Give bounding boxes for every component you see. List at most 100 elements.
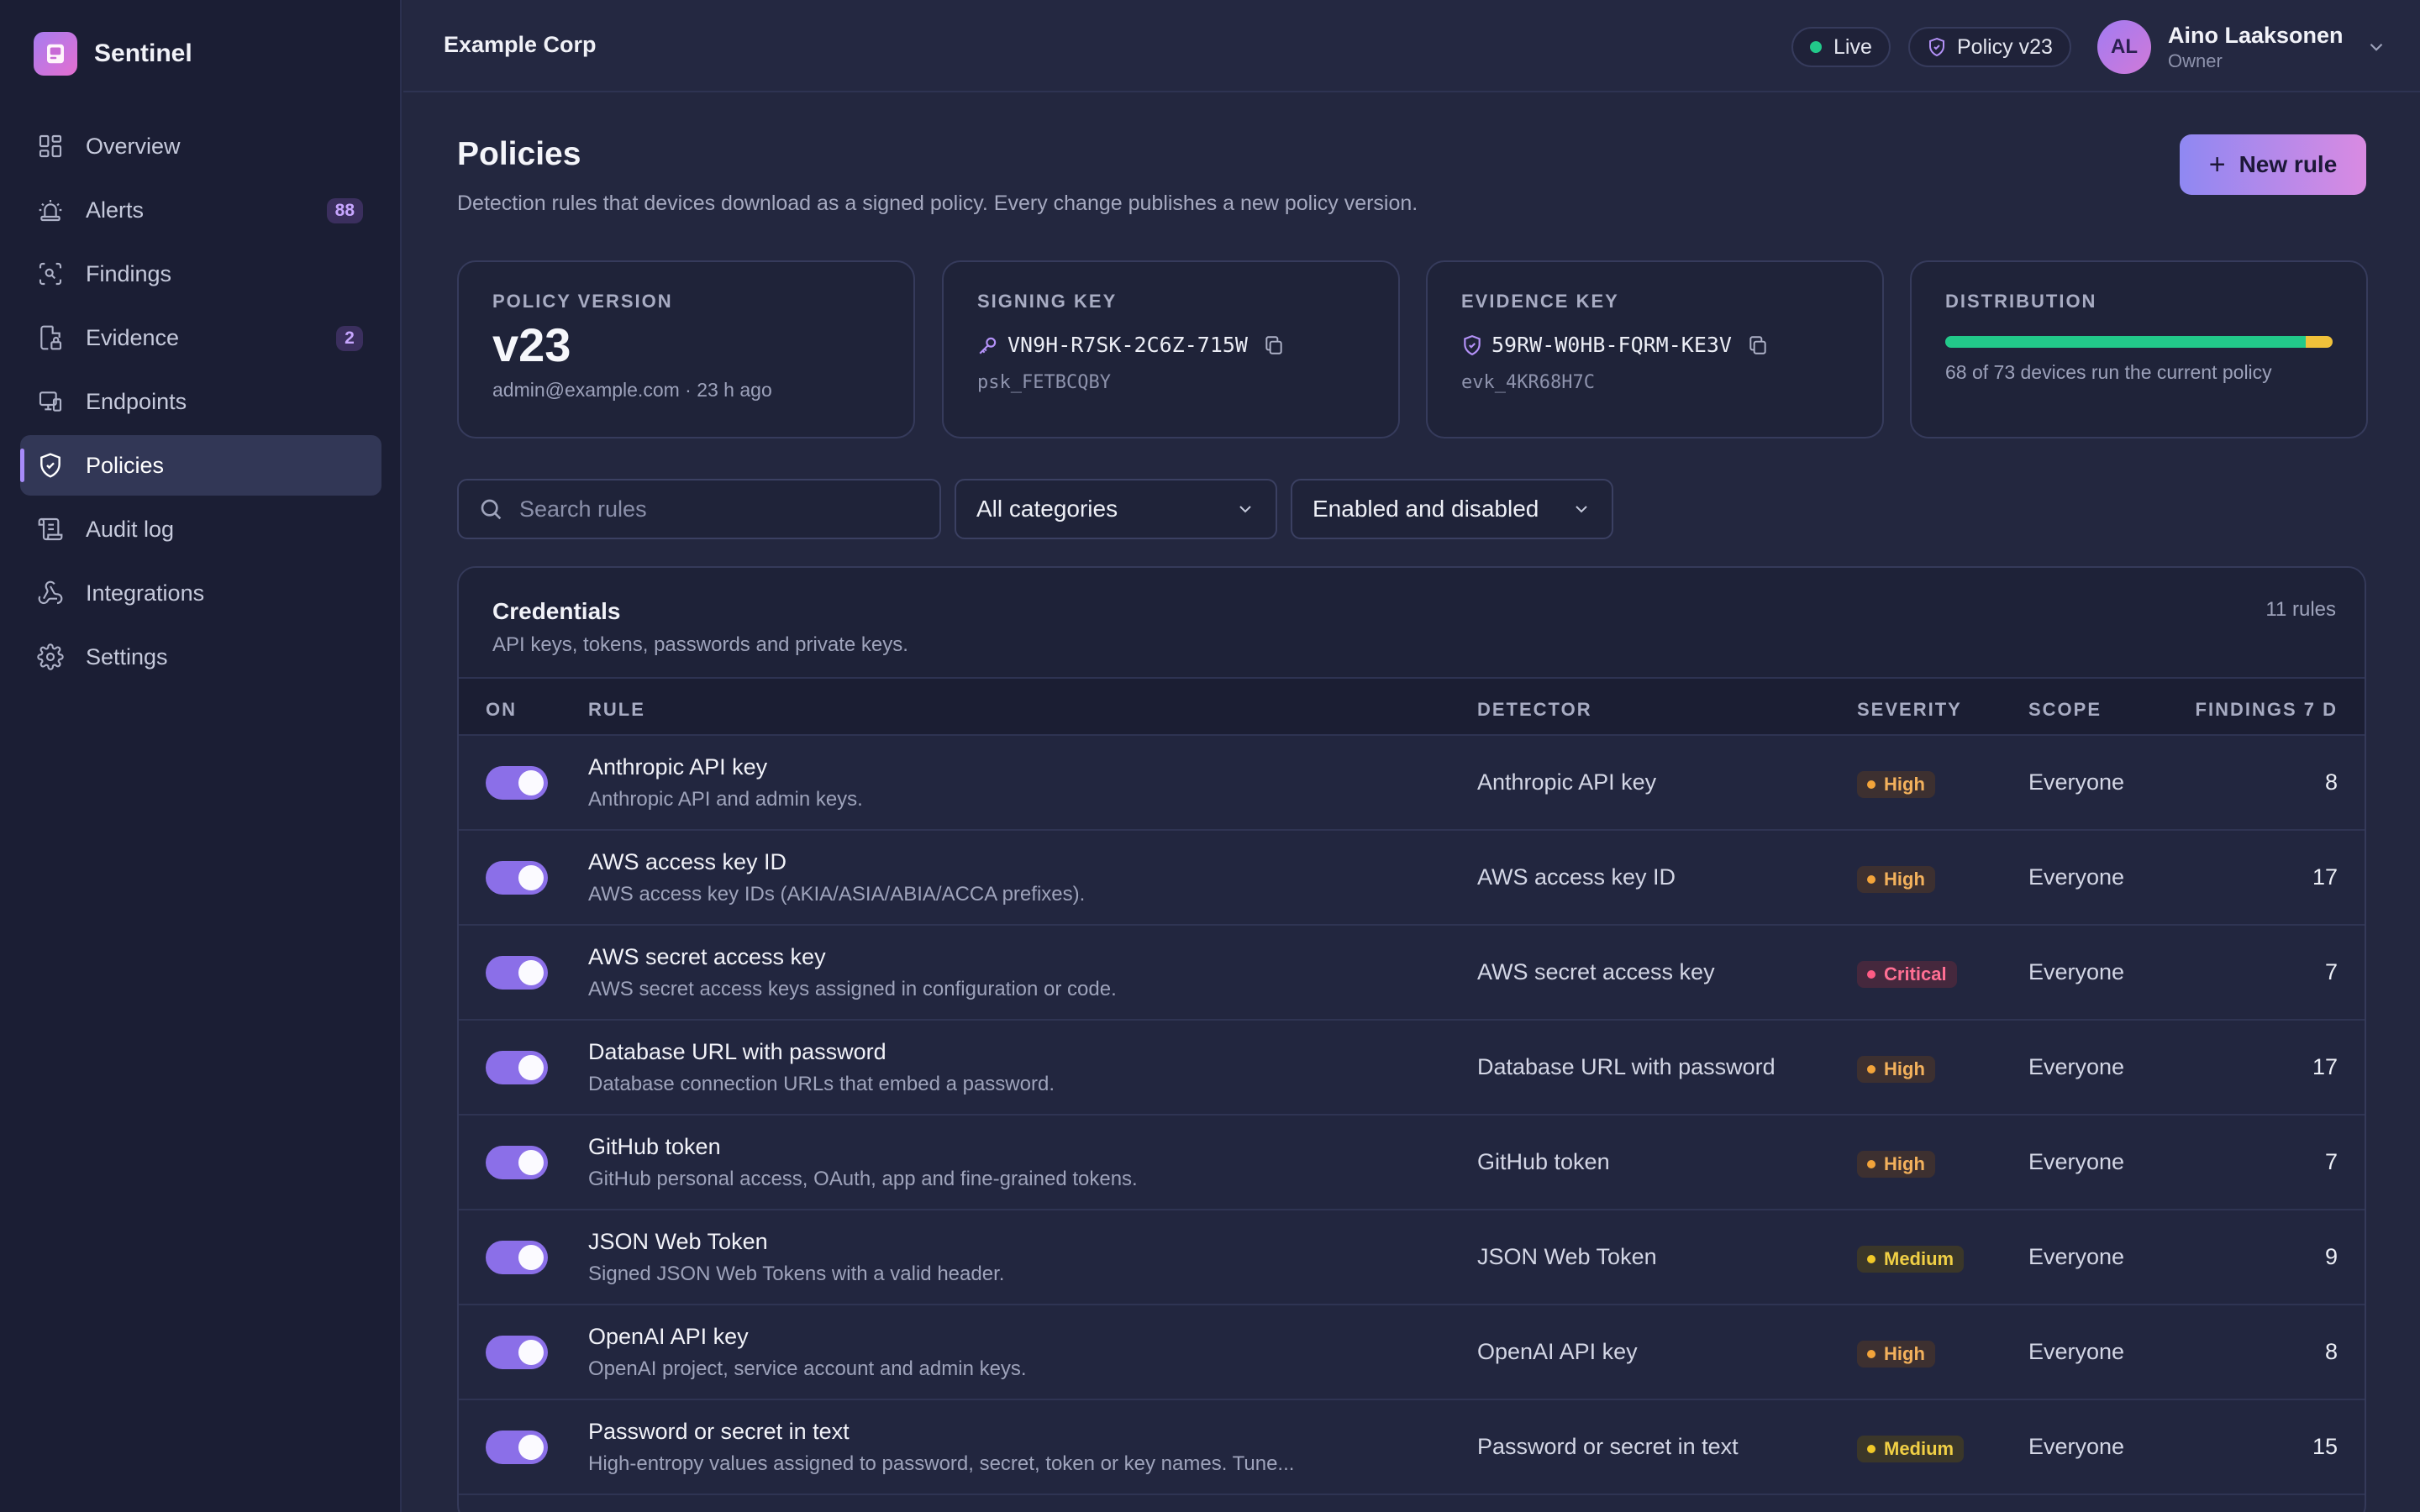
- sidebar-item-integrations[interactable]: Integrations: [20, 563, 381, 623]
- rule-description: AWS access key IDs (AKIA/ASIA/ABIA/ACCA …: [588, 883, 1086, 906]
- chevron-down-icon: [2370, 43, 2382, 51]
- new-rule-label: New rule: [2238, 151, 2338, 177]
- rule-detector: Password or secret in text: [1477, 1434, 1739, 1459]
- policy-version-card: POLICY VERSION v23 admin@example.com · 2…: [457, 260, 915, 438]
- rules-panel: Credentials API keys, tokens, passwords …: [457, 566, 2366, 1512]
- table-row[interactable]: JSON Web Token Signed JSON Web Tokens wi…: [459, 1210, 2365, 1305]
- rule-description: Signed JSON Web Tokens with a valid head…: [588, 1263, 1005, 1285]
- severity-label: High: [1884, 1343, 1925, 1364]
- shield-check-icon: [37, 452, 64, 479]
- column-rule: RULE: [588, 699, 645, 720]
- table-row[interactable]: Database URL with password Database conn…: [459, 1021, 2365, 1116]
- rule-description: Anthropic API and admin keys.: [588, 788, 863, 811]
- page-subtitle: Detection rules that devices download as…: [457, 192, 1418, 215]
- toggle-knob: [518, 1245, 544, 1270]
- rule-enabled-toggle[interactable]: [486, 1051, 548, 1084]
- policy-version-label: Policy v23: [1957, 34, 2053, 59]
- chevron-down-icon: [1576, 506, 1587, 513]
- toggle-knob: [518, 1340, 544, 1365]
- severity-dot-icon: [1867, 970, 1876, 979]
- severity-label: High: [1884, 1153, 1925, 1174]
- state-select[interactable]: Enabled and disabled: [1291, 479, 1613, 539]
- user-menu[interactable]: AL Aino Laaksonen Owner: [2097, 20, 2387, 74]
- rule-enabled-toggle[interactable]: [486, 1146, 548, 1179]
- sidebar-item-audit-log[interactable]: Audit log: [20, 499, 381, 559]
- sidebar-item-policies[interactable]: Policies: [20, 435, 381, 496]
- rule-description: GitHub personal access, OAuth, app and f…: [588, 1168, 1138, 1190]
- group-title: Credentials: [492, 598, 621, 624]
- rule-enabled-toggle[interactable]: [486, 1336, 548, 1369]
- sidebar-item-label: Overview: [86, 133, 181, 159]
- rule-enabled-toggle[interactable]: [486, 1431, 548, 1464]
- rule-detector: AWS secret access key: [1477, 959, 1715, 984]
- toggle-knob: [518, 770, 544, 795]
- rule-findings-count: 8: [2324, 769, 2338, 795]
- shield-check-icon: [1929, 37, 1944, 57]
- sidebar-item-label: Audit log: [86, 516, 175, 542]
- distribution-current-fill: [1945, 336, 2307, 348]
- severity-dot-icon: [1867, 1160, 1876, 1168]
- key-icon: [979, 337, 997, 354]
- search-box[interactable]: [457, 479, 941, 539]
- category-select[interactable]: All categories: [955, 479, 1277, 539]
- rule-description: Database connection URLs that embed a pa…: [588, 1073, 1055, 1095]
- toggle-knob: [518, 960, 544, 985]
- policy-version-pill[interactable]: Policy v23: [1908, 27, 2071, 67]
- toggle-knob: [518, 1435, 544, 1460]
- org-name[interactable]: Example Corp: [444, 32, 597, 58]
- table-row[interactable]: AWS secret access key AWS secret access …: [459, 926, 2365, 1021]
- evidence-key-id: evk_4KR68H7C: [1461, 372, 1595, 393]
- rule-detector: Database URL with password: [1477, 1054, 1776, 1079]
- sidebar-item-overview[interactable]: Overview: [20, 116, 381, 176]
- topbar: Example Corp Live Policy v23 AL Aino Laa…: [403, 0, 2420, 92]
- rule-name: OpenAI API key: [588, 1324, 749, 1349]
- new-rule-button[interactable]: + New rule: [2180, 134, 2366, 195]
- severity-label: High: [1884, 1058, 1925, 1079]
- rule-detector: AWS access key ID: [1477, 864, 1676, 890]
- sidebar-nav: Overview Alerts 88 Findings Evidence 2 E…: [20, 116, 381, 690]
- severity-badge: High: [1857, 1056, 1935, 1083]
- sidebar-item-label: Findings: [86, 260, 172, 286]
- table-row[interactable]: OpenAI API key OpenAI project, service a…: [459, 1305, 2365, 1400]
- severity-badge: Critical: [1857, 961, 1957, 988]
- table-header: ON RULE DETECTOR SEVERITY SCOPE FINDINGS…: [459, 677, 2365, 736]
- sidebar-item-settings[interactable]: Settings: [20, 627, 381, 687]
- sidebar-item-alerts[interactable]: Alerts 88: [20, 180, 381, 240]
- sidebar-item-evidence[interactable]: Evidence 2: [20, 307, 381, 368]
- rule-enabled-toggle[interactable]: [486, 956, 548, 990]
- rule-findings-count: 9: [2324, 1244, 2338, 1269]
- column-scope: SCOPE: [2028, 699, 2102, 720]
- copy-icon[interactable]: [1747, 334, 1769, 356]
- brand[interactable]: Sentinel: [34, 32, 192, 76]
- table-row[interactable]: Anthropic API key Anthropic API and admi…: [459, 736, 2365, 831]
- grid-icon: [37, 133, 64, 160]
- sidebar-item-endpoints[interactable]: Endpoints: [20, 371, 381, 432]
- table-row[interactable]: AWS access key ID AWS access key IDs (AK…: [459, 831, 2365, 926]
- severity-label: Medium: [1884, 1438, 1954, 1459]
- table-row[interactable]: Password or secret in text High-entropy …: [459, 1400, 2365, 1495]
- rule-detector: Anthropic API key: [1477, 769, 1657, 795]
- severity-label: High: [1884, 869, 1925, 890]
- copy-icon[interactable]: [1263, 334, 1285, 356]
- live-status-pill[interactable]: Live: [1791, 27, 1891, 67]
- rule-enabled-toggle[interactable]: [486, 766, 548, 800]
- rule-enabled-toggle[interactable]: [486, 1241, 548, 1274]
- rule-enabled-toggle[interactable]: [486, 861, 548, 895]
- sidebar-item-label: Alerts: [86, 197, 145, 223]
- user-role: Owner: [2168, 50, 2223, 71]
- search-input[interactable]: [519, 496, 923, 522]
- severity-label: Critical: [1884, 963, 1947, 984]
- table-row[interactable]: GitHub token GitHub personal access, OAu…: [459, 1116, 2365, 1210]
- signing-key-id: psk_FETBCQBY: [977, 372, 1111, 393]
- rule-scope: Everyone: [2028, 769, 2125, 795]
- policy-version-value: v23: [492, 318, 571, 371]
- rule-name: GitHub token: [588, 1134, 721, 1159]
- evidence-key-card: EVIDENCE KEY 59RW-W0HB-FQRM-KE3V evk_4KR…: [1426, 260, 1884, 438]
- severity-label: High: [1884, 774, 1925, 795]
- severity-badge: Medium: [1857, 1436, 1965, 1462]
- sidebar-item-findings[interactable]: Findings: [20, 244, 381, 304]
- search-icon: [481, 499, 502, 520]
- rule-description: High-entropy values assigned to password…: [588, 1452, 1295, 1475]
- rule-scope: Everyone: [2028, 1434, 2125, 1459]
- category-select-value: All categories: [976, 496, 1118, 522]
